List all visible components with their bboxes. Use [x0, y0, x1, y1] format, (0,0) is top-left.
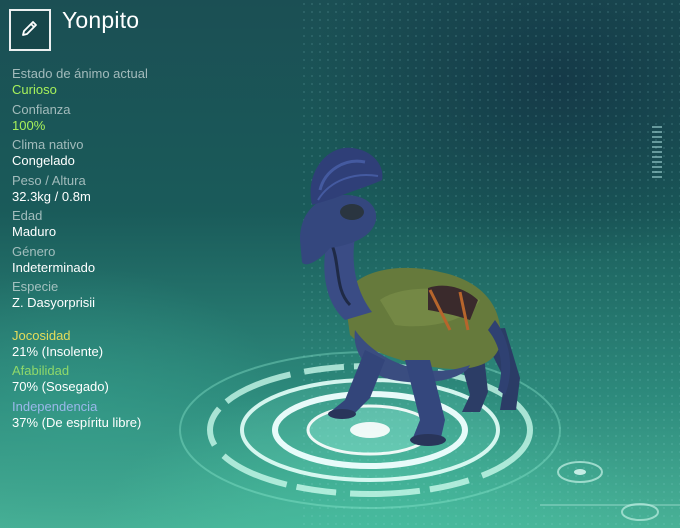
stat-value: Indeterminado [12, 259, 96, 275]
stats-panel: Estado de ánimo actual Curioso Confianza… [12, 66, 272, 434]
stat-value: Z. Dasyorprisii [12, 295, 96, 310]
stat-value: Curioso [12, 82, 57, 97]
stat-trust: Confianza 100% [12, 102, 272, 134]
trait-friendliness: Afabilidad 70% (Sosegado) [12, 363, 272, 395]
stat-label: Edad [12, 208, 43, 223]
stat-species: Especie Z. Dasyorprisii [12, 279, 272, 311]
stat-value: Maduro [12, 224, 57, 239]
edit-name-button[interactable] [9, 9, 51, 51]
pencil-icon [20, 18, 40, 43]
stat-label: Clima nativo [12, 137, 84, 152]
trait-value: 37% (De espíritu libre) [12, 414, 142, 430]
stat-label: Confianza [12, 101, 71, 117]
trait-label: Jocosidad [12, 327, 71, 343]
creature-name: Yonpito [62, 7, 140, 33]
stat-climate: Clima nativo Congelado [12, 137, 272, 169]
scroll-indicator [652, 126, 662, 181]
stat-label: Género [12, 243, 56, 259]
stat-value: Congelado [12, 153, 75, 168]
trait-value: 21% (Insolente) [12, 343, 104, 359]
stat-value: 32.3kg / 0.8m [12, 188, 91, 204]
trait-label: Independencia [12, 398, 98, 414]
trait-independence: Independencia 37% (De espíritu libre) [12, 399, 272, 431]
stat-label: Estado de ánimo actual [12, 66, 148, 81]
stat-weight-height: Peso / Altura 32.3kg / 0.8m [12, 173, 272, 205]
stat-mood: Estado de ánimo actual Curioso [12, 66, 272, 98]
stat-gender: Género Indeterminado [12, 244, 272, 276]
stat-value: 100% [12, 117, 46, 133]
trait-label: Afabilidad [12, 363, 70, 378]
trait-value: 70% (Sosegado) [12, 379, 109, 394]
trait-playfulness: Jocosidad 21% (Insolente) [12, 328, 272, 360]
stat-label: Peso / Altura [12, 172, 86, 188]
stat-age: Edad Maduro [12, 208, 272, 240]
stat-label: Especie [12, 279, 59, 294]
